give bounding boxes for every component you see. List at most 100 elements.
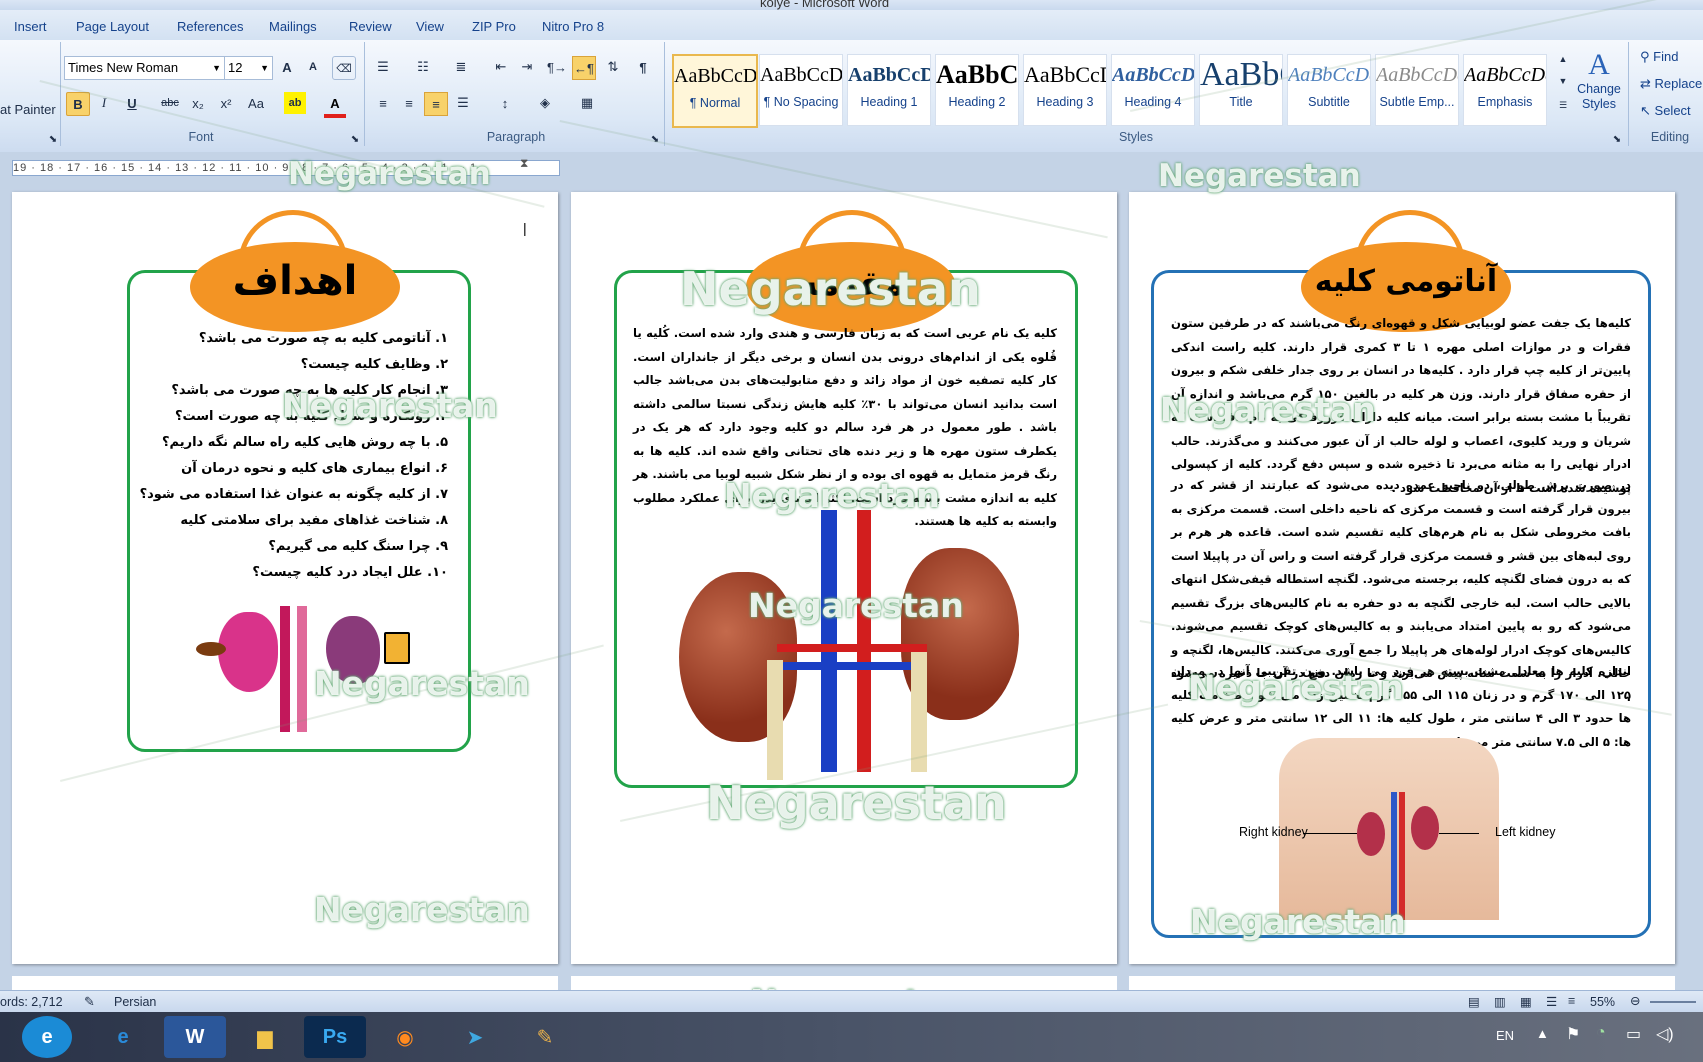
word-count[interactable]: ords: 2,712 <box>0 995 63 1009</box>
borders-icon[interactable]: ▦ <box>576 92 598 114</box>
dialog-launcher-icon[interactable]: ⬊ <box>344 128 366 150</box>
torso-image <box>1279 738 1499 920</box>
draft-icon[interactable]: ≡ <box>1568 994 1575 1008</box>
font-family-select[interactable]: Times New Roman ▼ <box>64 56 225 80</box>
tray-up-icon[interactable]: ▲ <box>1536 1026 1549 1041</box>
artery-icon <box>1399 792 1405 920</box>
style-heading-4[interactable]: AaBbCcDdEe Heading 4 <box>1111 54 1195 126</box>
clear-format-icon[interactable]: ⌫ <box>332 56 356 80</box>
file-explorer-icon[interactable]: ▆ <box>234 1016 296 1058</box>
cartoon-vein-icon <box>297 606 307 732</box>
style-normal[interactable]: AaBbCcDdEe ¶ Normal <box>672 54 758 128</box>
align-left-icon[interactable]: ≡ <box>372 92 394 114</box>
font-group-label: Font <box>188 130 214 144</box>
sort-icon[interactable]: ⇅ <box>602 56 624 78</box>
tab-nitro-pro[interactable]: Nitro Pro 8 <box>542 19 604 34</box>
zoom-out-icon[interactable]: ⊖ <box>1630 993 1640 1008</box>
ruler: 19 · 18 · 17 · 16 · 15 · 14 · 13 · 12 · … <box>0 152 1703 178</box>
proofing-icon[interactable]: ✎ <box>84 994 95 1010</box>
justify-icon[interactable]: ☰ <box>452 92 474 114</box>
word-icon[interactable]: W <box>164 1016 226 1058</box>
page-anatomy[interactable]: آناتومی کلیه کلیه‌ها یک جفت عضو لوبیایی … <box>1129 192 1675 964</box>
internet-explorer-icon[interactable]: e <box>92 1016 154 1058</box>
shrink-font-button[interactable]: A <box>302 56 324 78</box>
rtl-icon[interactable]: ←¶ <box>572 56 596 80</box>
replace-button[interactable]: ⇄ Replace <box>1640 76 1702 92</box>
decrease-indent-icon[interactable]: ⇤ <box>490 56 512 78</box>
language-indicator[interactable]: Persian <box>114 995 156 1009</box>
edge-browser-icon[interactable]: e <box>22 1016 72 1058</box>
style-subtitle[interactable]: AaBbCcDdEe Subtitle <box>1287 54 1371 126</box>
align-center-icon[interactable]: ≡ <box>398 92 420 114</box>
find-button[interactable]: ⚲ Find <box>1640 49 1678 65</box>
paint-icon[interactable]: ✎ <box>514 1016 576 1058</box>
zoom-slider[interactable] <box>1650 1001 1696 1003</box>
indent-marker-icon[interactable]: ⧗ <box>520 156 528 171</box>
change-styles-button[interactable]: A Change Styles <box>1572 48 1626 128</box>
gallery-up-icon[interactable]: ▲ <box>1552 48 1574 70</box>
grow-font-button[interactable]: A <box>276 56 298 78</box>
font-size-select[interactable]: 12 ▼ <box>224 56 273 80</box>
zoom-level[interactable]: 55% <box>1590 995 1615 1009</box>
web-layout-icon[interactable]: ▦ <box>1520 994 1532 1009</box>
volume-icon[interactable]: ◁) <box>1656 1024 1674 1044</box>
style-heading-1[interactable]: AaBbCcDdEe Heading 1 <box>847 54 931 126</box>
gallery-down-icon[interactable]: ▼ <box>1552 70 1574 92</box>
ribbon: at Painter ⬊ Times New Roman ▼ 12 ▼ A A … <box>0 40 1703 153</box>
tab-references[interactable]: References <box>177 19 243 34</box>
style-emphasis[interactable]: AaBbCcDdEe Emphasis <box>1463 54 1547 126</box>
tab-page-layout[interactable]: Page Layout <box>76 19 149 34</box>
style-no-spacing[interactable]: AaBbCcDdEe ¶ No Spacing <box>759 54 843 126</box>
ltr-icon[interactable]: ¶→ <box>546 56 568 78</box>
increase-indent-icon[interactable]: ⇥ <box>516 56 538 78</box>
reading-layout-icon[interactable]: ▥ <box>1494 994 1506 1009</box>
font-color-icon[interactable]: A <box>324 92 346 118</box>
page-introduction[interactable]: مقدمه کلیه یک نام عربی است که به زبان فا… <box>571 192 1117 964</box>
network-icon[interactable]: ▭ <box>1626 1024 1641 1044</box>
numbering-icon[interactable]: ☷ <box>412 56 434 78</box>
page-title: آناتومی کلیه <box>1314 264 1498 299</box>
page-goals[interactable]: اهداف | ۱. آناتومی کلیه به چه صورت می با… <box>12 192 558 964</box>
tab-view[interactable]: View <box>416 19 444 34</box>
ribbon-tabs: Insert Page Layout References Mailings R… <box>0 10 1703 41</box>
firefox-icon[interactable]: ◉ <box>374 1016 436 1058</box>
change-case-button[interactable]: Aa <box>245 92 267 114</box>
telegram-icon[interactable]: ➤ <box>444 1016 506 1058</box>
dialog-launcher-icon[interactable]: ⬊ <box>1606 128 1628 150</box>
show-marks-icon[interactable]: ¶ <box>632 56 654 78</box>
flag-icon[interactable]: ⚑ <box>1566 1024 1580 1044</box>
photoshop-icon[interactable]: Ps <box>304 1016 366 1058</box>
style-heading-2[interactable]: AaBbCcDdEe Heading 2 <box>935 54 1019 126</box>
format-painter-button[interactable]: at Painter <box>0 102 56 117</box>
bullets-icon[interactable]: ☰ <box>372 56 394 78</box>
chrome-tray-icon[interactable]: ◔ <box>1596 1024 1606 1042</box>
bold-button[interactable]: B <box>66 92 90 116</box>
multilevel-list-icon[interactable]: ≣ <box>450 56 472 78</box>
change-styles-icon: A <box>1588 48 1610 81</box>
gallery-more-icon[interactable]: ☰ <box>1552 94 1574 116</box>
outline-icon[interactable]: ☰ <box>1546 994 1557 1009</box>
font-family-value: Times New Roman <box>68 60 179 75</box>
styles-group-label: Styles <box>1118 130 1154 144</box>
print-layout-icon[interactable]: ▤ <box>1468 994 1480 1009</box>
highlight-icon[interactable]: ab <box>284 92 306 114</box>
style-title[interactable]: AaBbCcDdEe Title <box>1199 54 1283 126</box>
style-subtle-emphasis[interactable]: AaBbCcDdEe Subtle Emp... <box>1375 54 1459 126</box>
chevron-down-icon: ▼ <box>212 63 221 73</box>
superscript-button[interactable]: x² <box>215 92 237 114</box>
shading-icon[interactable]: ◈ <box>534 92 556 114</box>
style-heading-3[interactable]: AaBbCcDdEe Heading 3 <box>1023 54 1107 126</box>
subscript-button[interactable]: x₂ <box>187 92 209 114</box>
list-item: ۳. انجام کار کلیه ها به چه صورت می باشد؟ <box>171 383 448 398</box>
select-button[interactable]: ↖ Select <box>1640 103 1691 119</box>
align-right-icon[interactable]: ≡ <box>424 92 448 116</box>
text-cursor: | <box>523 220 527 236</box>
tab-review[interactable]: Review <box>349 19 392 34</box>
kidney-right-image <box>1357 812 1385 856</box>
tab-zip-pro[interactable]: ZIP Pro <box>472 19 516 34</box>
input-language[interactable]: EN <box>1496 1028 1514 1043</box>
horizontal-ruler[interactable]: 19 · 18 · 17 · 16 · 15 · 14 · 13 · 12 · … <box>12 160 560 176</box>
tab-mailings[interactable]: Mailings <box>269 19 317 34</box>
line-spacing-icon[interactable]: ↕ <box>494 92 516 114</box>
tab-insert[interactable]: Insert <box>14 19 47 34</box>
